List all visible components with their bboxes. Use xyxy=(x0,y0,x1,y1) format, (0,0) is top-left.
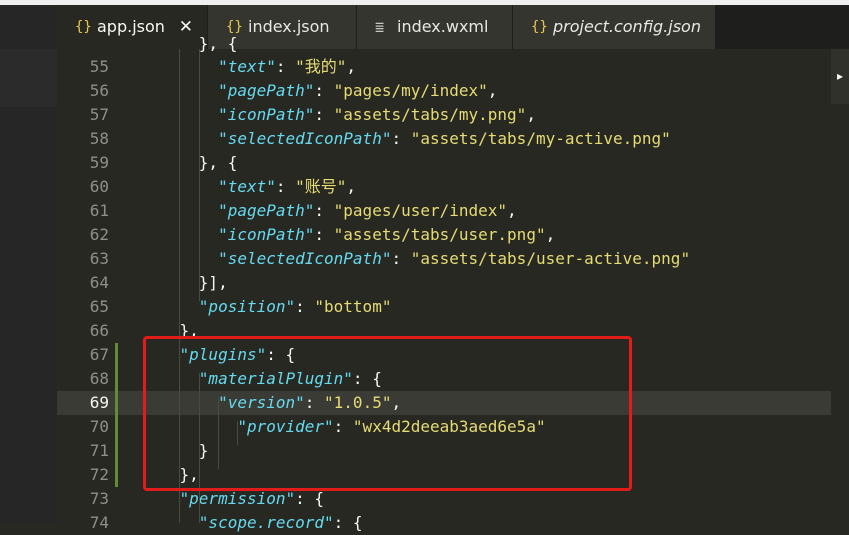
code-line-64[interactable]: 64 }], xyxy=(57,271,831,295)
highlight-annotation-box xyxy=(143,336,632,491)
code-line-62[interactable]: 62 "iconPath": "assets/tabs/user.png", xyxy=(57,223,831,247)
code-line-61[interactable]: 61 "pagePath": "pages/user/index", xyxy=(57,199,831,223)
line-number: 67 xyxy=(89,345,109,364)
line-number: 74 xyxy=(89,513,109,532)
code-text: "text": "账号", xyxy=(218,177,357,196)
code-line-57[interactable]: 57 "iconPath": "assets/tabs/my.png", xyxy=(57,103,831,127)
line-number: 61 xyxy=(89,201,109,220)
code-text: "selectedIconPath": "assets/tabs/user-ac… xyxy=(218,249,691,268)
line-number: 58 xyxy=(89,129,109,148)
line-number: 69 xyxy=(89,393,109,412)
code-text: "iconPath": "assets/tabs/my.png", xyxy=(218,105,536,124)
code-text: }, { xyxy=(141,34,238,53)
code-text: }, { xyxy=(141,153,238,172)
line-number: 73 xyxy=(89,489,109,508)
git-modified-marker xyxy=(115,367,118,391)
code-line-59[interactable]: 59 }, { xyxy=(57,151,831,175)
git-modified-marker xyxy=(115,463,118,487)
line-number: 62 xyxy=(89,225,109,244)
code-text: "scope.record": { xyxy=(198,513,363,532)
line-number: 72 xyxy=(89,465,109,484)
code-text: "pagePath": "pages/user/index", xyxy=(218,201,517,220)
code-text: "iconPath": "assets/tabs/user.png", xyxy=(218,225,556,244)
line-number: 60 xyxy=(89,177,109,196)
code-line-58[interactable]: 58 "selectedIconPath": "assets/tabs/my-a… xyxy=(57,127,831,151)
line-number: 56 xyxy=(89,81,109,100)
code-text: "pagePath": "pages/my/index", xyxy=(218,81,498,100)
code-text: "selectedIconPath": "assets/tabs/my-acti… xyxy=(218,129,671,148)
git-modified-marker xyxy=(115,439,118,463)
side-panel-segment xyxy=(0,49,57,107)
code-line-60[interactable]: 60 "text": "账号", xyxy=(57,175,831,199)
git-modified-marker xyxy=(115,391,118,415)
line-number: 59 xyxy=(89,153,109,172)
code-text: }], xyxy=(141,273,228,292)
line-number: 63 xyxy=(89,249,109,268)
line-number: 57 xyxy=(89,105,109,124)
git-modified-marker xyxy=(115,415,118,439)
line-number: 68 xyxy=(89,369,109,388)
code-line-56[interactable]: 56 "pagePath": "pages/my/index", xyxy=(57,79,831,103)
line-number: 71 xyxy=(89,441,109,460)
side-panel xyxy=(0,5,57,523)
indent-guide xyxy=(199,49,200,301)
line-number: 64 xyxy=(89,273,109,292)
code-line-63[interactable]: 63 "selectedIconPath": "assets/tabs/user… xyxy=(57,247,831,271)
code-line-55[interactable]: 55 "text": "我的", xyxy=(57,55,831,79)
code-line-partial: }, { xyxy=(57,32,831,56)
line-number: 70 xyxy=(89,417,109,436)
line-number: 55 xyxy=(89,57,109,76)
code-text: "text": "我的", xyxy=(218,57,357,76)
code-line-65[interactable]: 65 "position": "bottom" xyxy=(57,295,831,319)
minimap-toggle-icon[interactable]: ▸ xyxy=(831,49,849,104)
code-line-74[interactable]: 74 "scope.record": { xyxy=(57,511,831,535)
git-modified-marker xyxy=(115,343,118,367)
line-number: 65 xyxy=(89,297,109,316)
line-number: 66 xyxy=(89,321,109,340)
